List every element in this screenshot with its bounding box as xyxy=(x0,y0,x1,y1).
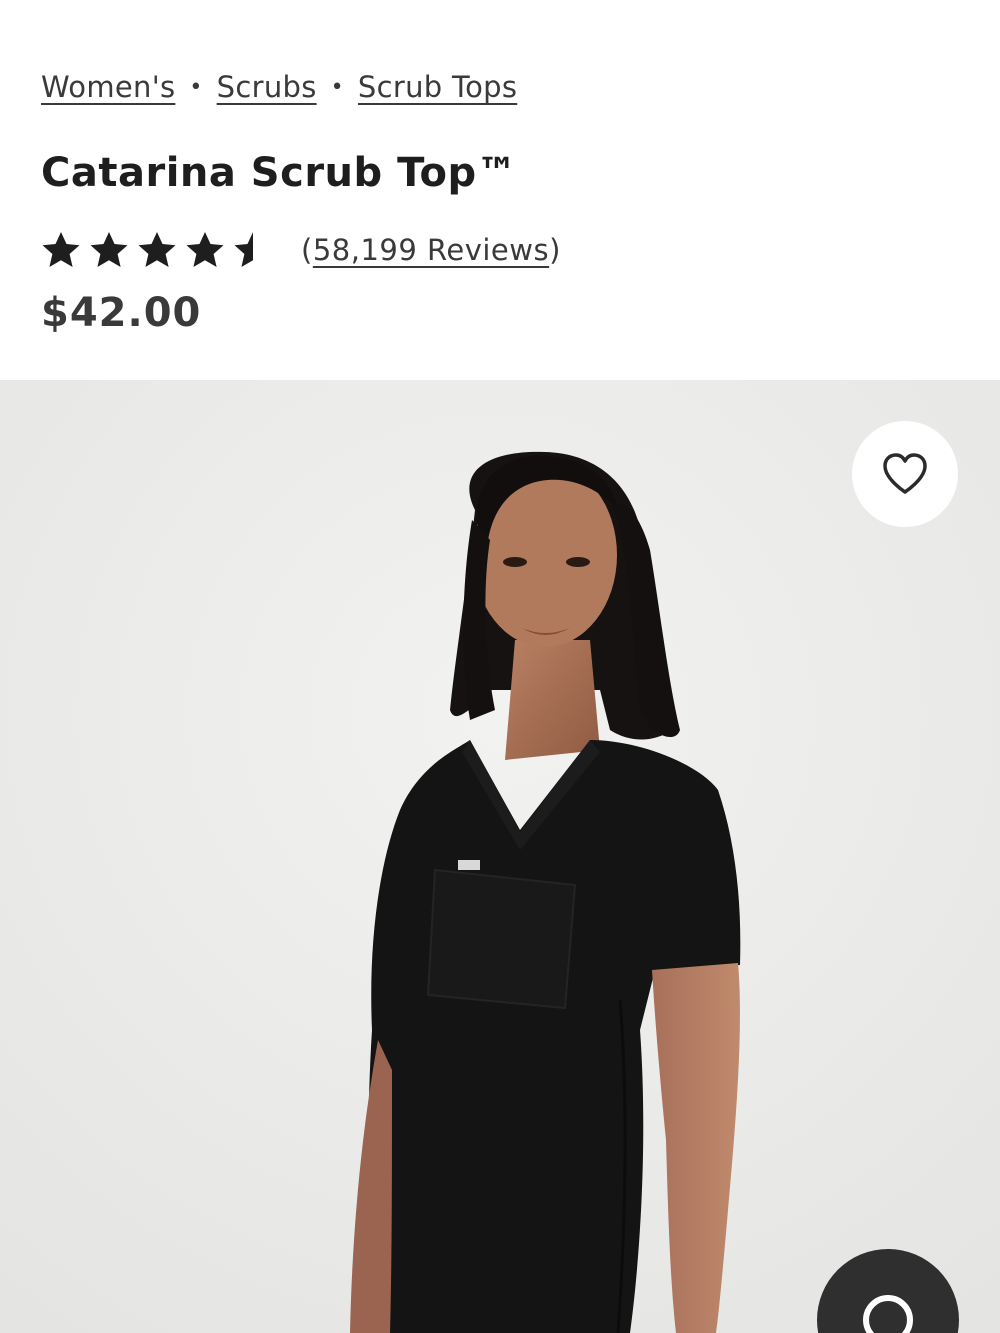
reviews-count: (58,199 Reviews) xyxy=(301,233,561,267)
breadcrumb-scrub-tops-link[interactable]: Scrub Tops xyxy=(358,70,517,104)
star-icon xyxy=(90,232,128,267)
product-rating: (58,199 Reviews) xyxy=(41,230,561,270)
breadcrumb-separator: • xyxy=(189,74,203,100)
product-price: $42.00 xyxy=(41,290,202,336)
brand-tag xyxy=(458,860,480,870)
star-icon xyxy=(234,232,272,267)
product-page: Women's • Scrubs • Scrub Tops Catarina S… xyxy=(0,0,1000,1333)
breadcrumb-scrubs-link[interactable]: Scrubs xyxy=(217,70,317,104)
chat-bubble-icon xyxy=(863,1295,913,1333)
star-icon xyxy=(138,232,176,267)
reviews-close-paren: ) xyxy=(549,233,561,267)
breadcrumb: Women's • Scrubs • Scrub Tops xyxy=(41,70,517,104)
product-image xyxy=(0,380,1000,1333)
reviews-link[interactable]: 58,199 Reviews xyxy=(313,233,549,267)
reviews-open-paren: ( xyxy=(301,233,313,267)
star-icon xyxy=(42,232,80,267)
breadcrumb-womens-link[interactable]: Women's xyxy=(41,70,175,104)
star-icon xyxy=(186,232,224,267)
chat-button[interactable] xyxy=(817,1249,959,1333)
favorite-button[interactable] xyxy=(852,421,958,527)
model-photo xyxy=(0,380,1000,1333)
breadcrumb-separator: • xyxy=(330,74,344,100)
product-title: Catarina Scrub Top™ xyxy=(41,150,518,196)
rating-stars xyxy=(41,230,281,270)
heart-icon xyxy=(883,453,927,494)
